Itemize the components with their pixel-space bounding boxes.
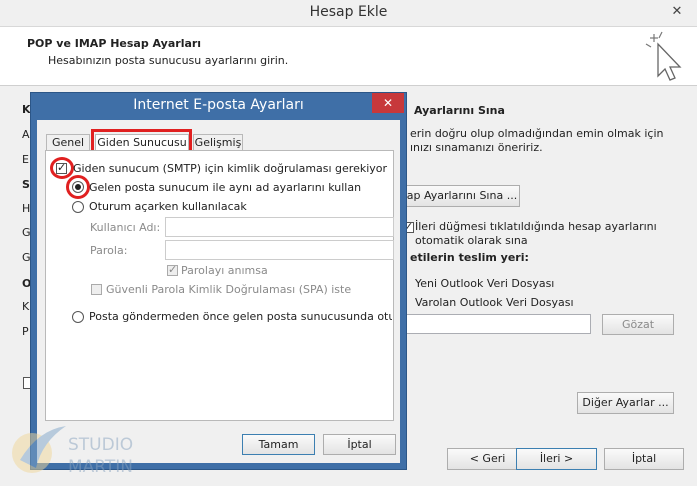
remember-password-checkbox[interactable] — [167, 263, 178, 276]
bg-label: E — [22, 153, 29, 166]
logon-before-send-radio[interactable] — [72, 311, 84, 323]
auto-test-label: otomatik olarak sına — [415, 234, 528, 247]
cursor-sparkle-icon — [645, 31, 682, 81]
password-input[interactable] — [165, 240, 394, 260]
same-settings-label: Gelen posta sunucum ile aynı ad ayarları… — [89, 181, 362, 194]
existing-data-file-label: Varolan Outlook Veri Dosyası — [415, 296, 574, 309]
wizard-header-subtitle: Hesabınızın posta sunucusu ayarlarını gi… — [48, 54, 289, 67]
logon-before-send-label: Posta göndermeden önce gelen posta sunuc… — [89, 310, 392, 323]
test-settings-heading: Ayarlarını Sına — [414, 104, 505, 117]
dialog-title: Internet E-posta Ayarları — [133, 97, 304, 113]
bg-label: P — [22, 325, 29, 338]
test-account-settings-button[interactable]: ap Ayarlarını Sına ... — [404, 185, 520, 207]
dialog-close-button[interactable]: ✕ — [372, 93, 404, 113]
new-data-file-label: Yeni Outlook Veri Dosyası — [415, 277, 555, 290]
logo-text-studio: STUDIO — [68, 435, 133, 455]
window-close-button[interactable]: ✕ — [657, 0, 697, 24]
highlight-ring — [50, 157, 74, 179]
highlight-ring — [66, 175, 90, 199]
next-button[interactable]: İleri > — [516, 448, 597, 470]
remember-password-label: Parolayı anımsa — [181, 264, 268, 277]
ok-button[interactable]: Tamam — [242, 434, 315, 455]
wizard-cancel-button[interactable]: İptal — [604, 448, 684, 470]
password-label: Parola: — [90, 244, 128, 257]
tab-general[interactable]: Genel — [46, 134, 90, 151]
logo-text-martin: MARTIN — [68, 457, 133, 477]
wizard-header-title: POP ve IMAP Hesap Ayarları — [27, 37, 202, 50]
more-settings-button[interactable]: Diğer Ayarlar ... — [577, 392, 674, 414]
auto-test-label: İleri düğmesi tıklatıldığında hesap ayar… — [415, 220, 657, 233]
username-input[interactable] — [165, 217, 394, 237]
logon-with-label: Oturum açarken kullanılacak — [89, 200, 247, 213]
test-settings-desc: erin doğru olup olmadığından emin olmak … — [410, 127, 664, 140]
dialog-cancel-button[interactable]: İptal — [323, 434, 396, 455]
logon-with-radio[interactable] — [72, 201, 84, 213]
spa-label: Güvenli Parola Kimlik Doğrulaması (SPA) … — [106, 283, 352, 296]
bg-label: K — [22, 300, 30, 313]
test-settings-desc: ınızı sınamanızı öneririz. — [410, 141, 543, 154]
browse-button[interactable]: Gözat — [602, 314, 674, 335]
bg-label: S — [22, 178, 30, 191]
studio-martin-logo: STUDIO MARTIN — [12, 426, 133, 477]
tab-advanced[interactable]: Gelişmiş — [193, 134, 243, 151]
username-label: Kullanıcı Adı: — [90, 221, 161, 234]
bg-label: A — [22, 128, 30, 141]
smtp-auth-label: Giden sunucum (SMTP) için kimlik doğrula… — [73, 162, 388, 175]
data-file-path-input[interactable] — [404, 314, 591, 334]
delivery-heading: etilerin teslim yeri: — [410, 251, 529, 264]
spa-checkbox[interactable] — [91, 284, 102, 295]
window-title: Hesap Ekle — [309, 4, 388, 20]
